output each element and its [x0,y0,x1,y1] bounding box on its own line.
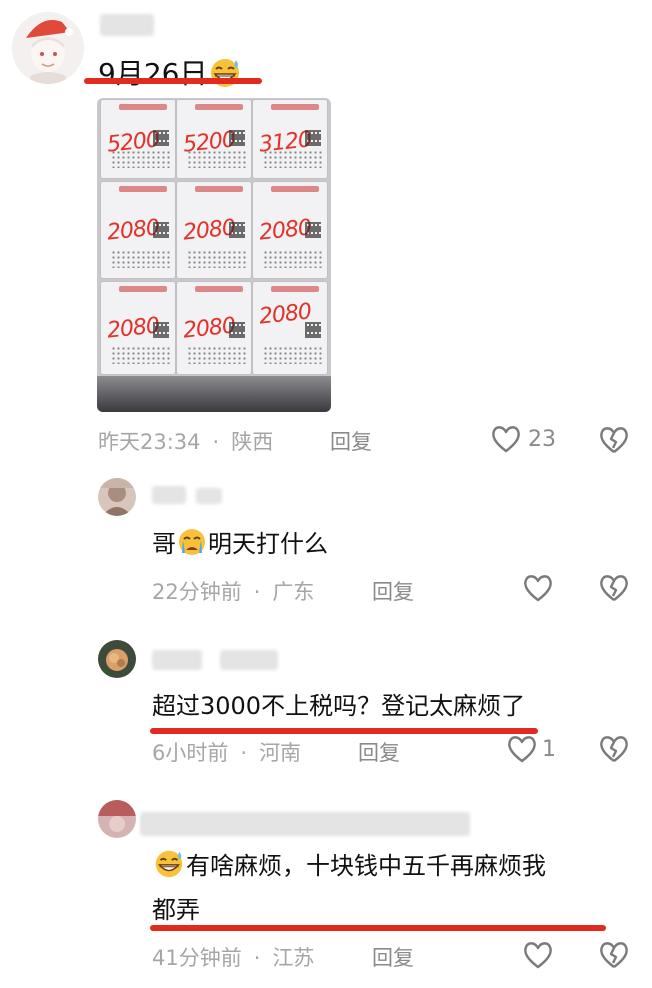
comment-1-time: 22分钟前 [152,580,242,604]
comment-2-meta: 6小时前 · 河南 [152,737,301,767]
broken-heart-icon [598,425,630,455]
comment-2-text: 超过3000不上税吗？登记太麻烦了 [152,692,526,720]
ticket-1: 5200 [101,100,175,178]
ticket-8: 2080 [177,282,251,374]
comment-3-time: 41分钟前 [152,946,242,970]
comment-2-name-blurred-2 [220,650,278,670]
meta-dot: · [253,946,261,970]
comment-1-name-blurred[interactable] [152,486,186,504]
post-title: 9月26日 [98,52,243,92]
post-dislike-button[interactable] [598,425,630,455]
broken-heart-icon [598,573,630,603]
broken-heart-icon [598,734,630,764]
comment-2-name-blurred[interactable] [152,650,202,670]
post-time: 昨天23:34 [98,430,201,454]
ticket-4: 2080 [101,182,175,278]
ticket-amount: 2080 [105,313,161,344]
post-date-text: 9月26日 [98,57,208,90]
comment-1-text-part-2: 明天打什么 [208,530,328,558]
comment-1-text: 哥 明天打什么 [152,524,328,564]
comment-2-location: 河南 [259,741,302,765]
ticket-5: 2080 [177,182,251,278]
crying-emoji-icon [176,527,208,557]
comment-3-text-line-1: 有啥麻烦，十块钱中五千再麻烦我 [152,846,546,886]
meta-dot: · [212,430,220,454]
post-reply-button[interactable]: 回复 [330,426,372,456]
red-underline-comment-3 [150,925,606,931]
meta-dot: · [253,580,261,604]
comment-3-dislike-button[interactable] [598,940,630,970]
comment-3-avatar[interactable] [98,800,136,838]
comment-2-avatar[interactable] [98,640,136,678]
comment-3-meta: 41分钟前 · 江苏 [152,942,314,972]
comment-1-name-blurred-2 [196,488,222,504]
lottery-tickets-photo[interactable]: 5200 5200 3120 2080 2080 2080 2080 2080 … [97,98,331,412]
comment-2-dislike-button[interactable] [598,734,630,764]
comment-3-like-button[interactable] [522,940,554,970]
ticket-2: 5200 [177,100,251,178]
heart-icon [522,940,554,970]
comment-2-time: 6小时前 [152,741,229,765]
comment-3-text-part-1: 有啥麻烦，十块钱中五千再麻烦我 [186,852,546,880]
heart-icon [522,573,554,603]
photo-bottom-shadow [97,376,331,412]
comment-3-location: 江苏 [272,946,315,970]
ticket-7: 2080 [101,282,175,374]
post-location: 陕西 [231,430,274,454]
red-underline-title [84,78,262,84]
post-author-avatar[interactable] [12,12,84,84]
broken-heart-icon [598,940,630,970]
red-underline-comment-2 [150,728,538,734]
ticket-amount: 2080 [257,299,313,330]
comment-2-like-count: 1 [542,736,556,762]
ticket-amount: 2080 [105,215,161,246]
post-author-name-blurred[interactable] [100,14,154,36]
comment-1-dislike-button[interactable] [598,573,630,603]
comment-1-like-button[interactable] [522,573,554,603]
heart-icon [506,734,538,764]
comment-1-text-part-1: 哥 [152,530,176,558]
ticket-3: 3120 [253,100,327,178]
ticket-9: 2080 [253,282,327,374]
ticket-amount: 2080 [181,215,237,246]
grinning-sweat-emoji-icon [152,847,186,879]
comment-2-reply-button[interactable]: 回复 [358,737,400,767]
post-meta: 昨天23:34 · 陕西 [98,426,273,456]
post-like-button[interactable]: 23 [490,424,556,454]
comment-2-like-button[interactable]: 1 [506,734,556,764]
meta-dot: · [240,741,248,765]
comment-3-text-line-2: 都弄 [152,896,200,924]
comment-1-location: 广东 [272,580,315,604]
comment-3-reply-button[interactable]: 回复 [372,942,414,972]
comment-1-reply-button[interactable]: 回复 [372,576,414,606]
comment-3-name-blurred[interactable] [140,812,470,836]
comment-1-avatar[interactable] [98,478,136,516]
ticket-amount: 2080 [181,313,237,344]
comment-1-meta: 22分钟前 · 广东 [152,576,314,606]
heart-icon [490,424,522,454]
ticket-6: 2080 [253,182,327,278]
post-like-count: 23 [528,426,556,452]
ticket-amount: 2080 [257,215,313,246]
